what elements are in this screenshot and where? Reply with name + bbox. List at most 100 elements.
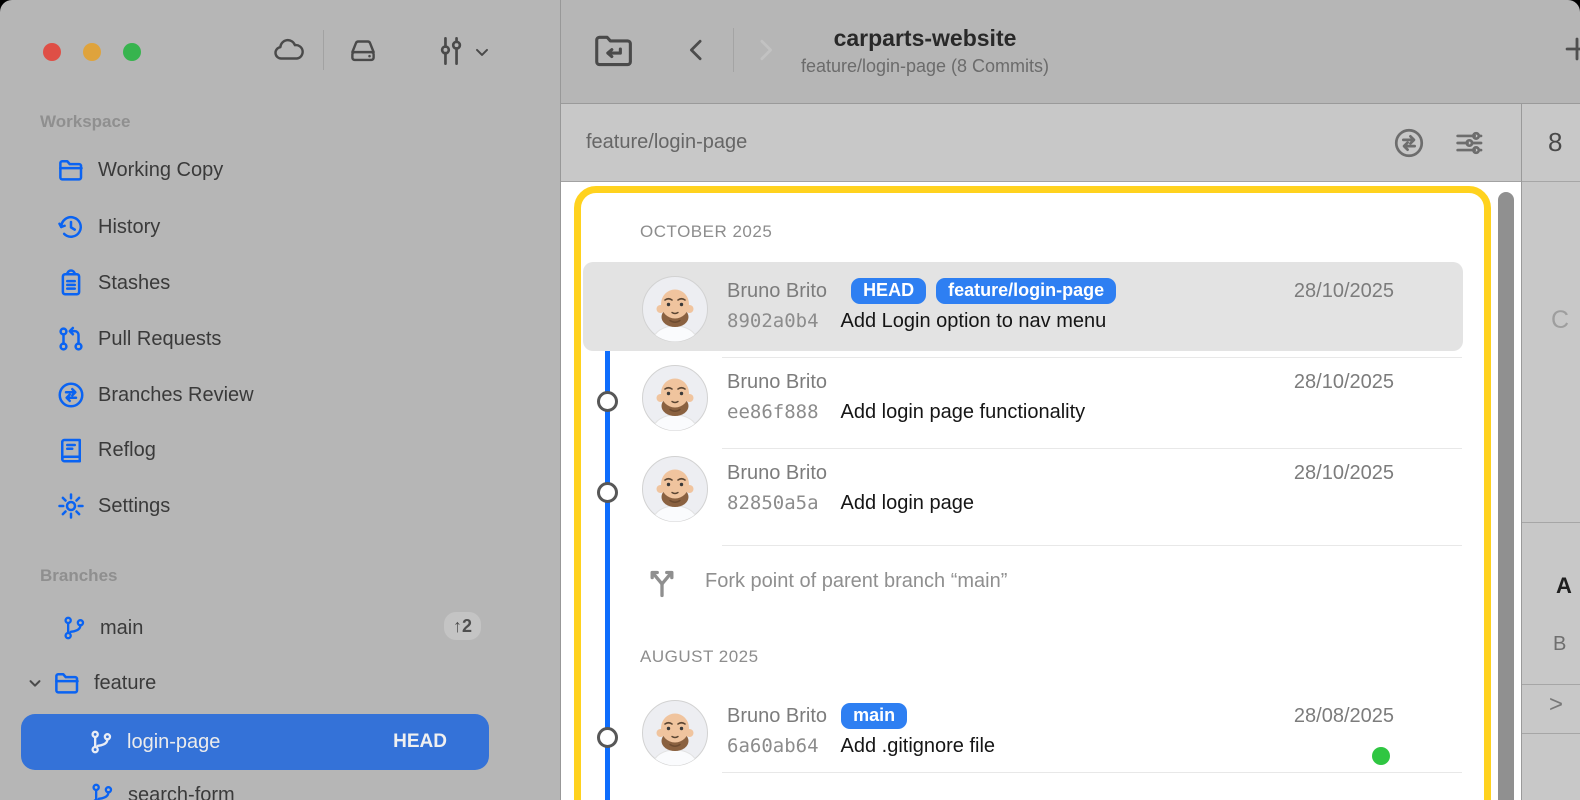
sidebar-item-label: Reflog bbox=[98, 439, 156, 462]
commit-date: 28/08/2025 bbox=[1294, 705, 1394, 728]
commit-row[interactable]: Bruno Brito HEAD feature/login-page 28/1… bbox=[727, 278, 1394, 304]
filter-sliders-icon[interactable] bbox=[1452, 126, 1486, 160]
compare-icon[interactable] bbox=[1392, 126, 1426, 160]
page-subtitle: feature/login-page (8 Commits) bbox=[660, 56, 1190, 77]
sidebar-item-label: Branches Review bbox=[98, 384, 254, 407]
detail-panel-count: 8 bbox=[1548, 127, 1562, 158]
gear-icon bbox=[56, 491, 86, 521]
fork-point-note: Fork point of parent branch “main” bbox=[705, 570, 1007, 593]
month-header: AUGUST 2025 bbox=[640, 647, 759, 667]
branch-label: main bbox=[100, 617, 143, 640]
commit-row[interactable]: Bruno Brito 28/10/2025 bbox=[727, 460, 1394, 486]
branch-badge[interactable]: main bbox=[841, 703, 907, 729]
detail-panel-fragment: C bbox=[1551, 306, 1569, 335]
sidebar-item-branch-main[interactable]: main bbox=[60, 607, 143, 649]
commit-hash: ee86f888 bbox=[727, 401, 819, 423]
sidebar-item-branches-review[interactable]: Branches Review bbox=[56, 374, 254, 416]
branch-icon bbox=[88, 781, 116, 800]
divider bbox=[1522, 181, 1580, 182]
sidebar-item-label: History bbox=[98, 216, 160, 239]
sidebar-item-label: Stashes bbox=[98, 272, 170, 295]
disclosure-chevron[interactable]: > bbox=[1549, 691, 1563, 719]
branch-bar-label: feature/login-page bbox=[586, 131, 747, 154]
avatar bbox=[642, 365, 708, 431]
drive-icon[interactable] bbox=[344, 33, 382, 67]
commit-details: 82850a5a Add login page bbox=[727, 492, 974, 518]
commit-hash: 82850a5a bbox=[727, 492, 819, 514]
sidebar-item-label: Working Copy bbox=[98, 159, 223, 182]
branch-label: login-page bbox=[127, 731, 220, 754]
commit-hash: 8902a0b4 bbox=[727, 310, 819, 332]
folder-icon bbox=[56, 155, 86, 185]
detail-panel-fragment: A bbox=[1556, 573, 1572, 599]
divider bbox=[722, 448, 1462, 449]
ahead-count-badge: ↑2 bbox=[444, 612, 481, 640]
avatar bbox=[642, 700, 708, 766]
branch-icon bbox=[60, 614, 88, 642]
folder-icon bbox=[52, 668, 82, 698]
sidebar-item-label: Settings bbox=[98, 495, 170, 518]
commit-author: Bruno Brito bbox=[727, 371, 827, 394]
commit-author: Bruno Brito bbox=[727, 705, 827, 728]
commit-details: 6a60ab64 Add .gitignore file bbox=[727, 735, 995, 761]
clipboard-icon bbox=[56, 268, 86, 298]
cloud-icon[interactable] bbox=[270, 33, 308, 67]
scrollbar-thumb[interactable] bbox=[1498, 192, 1514, 800]
commit-message: Add Login option to nav menu bbox=[841, 310, 1107, 333]
sidebar-item-branch-search-form[interactable]: search-form bbox=[88, 774, 235, 800]
sidebar-item-stashes[interactable]: Stashes bbox=[56, 262, 170, 304]
close-button[interactable] bbox=[43, 43, 61, 61]
sidebar-item-branch-login-page[interactable]: login-page HEAD bbox=[21, 714, 489, 770]
commit-hash: 6a60ab64 bbox=[727, 735, 819, 757]
open-repo-icon[interactable] bbox=[592, 30, 636, 70]
commit-author: Bruno Brito bbox=[727, 280, 827, 303]
head-badge[interactable]: HEAD bbox=[851, 278, 926, 304]
avatar bbox=[642, 276, 708, 342]
commit-node bbox=[597, 482, 618, 503]
add-icon[interactable] bbox=[1560, 32, 1580, 66]
branches-review-icon bbox=[56, 380, 86, 410]
sidebar-item-reflog[interactable]: Reflog bbox=[56, 429, 156, 471]
sidebar-item-working-copy[interactable]: Working Copy bbox=[56, 149, 223, 191]
commit-message: Add login page bbox=[841, 492, 974, 515]
sidebar-item-history[interactable]: History bbox=[56, 206, 160, 248]
pull-request-icon bbox=[56, 324, 86, 354]
build-status-dot[interactable] bbox=[1372, 747, 1390, 765]
app-window: Workspace Working Copy History Stashes P… bbox=[0, 0, 1580, 800]
sidebar-item-pull-requests[interactable]: Pull Requests bbox=[56, 318, 221, 360]
commit-message: Add .gitignore file bbox=[841, 735, 996, 758]
chevron-down-icon[interactable] bbox=[472, 42, 492, 62]
divider bbox=[722, 357, 1462, 358]
divider bbox=[1522, 522, 1580, 523]
sidebar-item-branch-folder-feature[interactable]: feature bbox=[52, 662, 156, 704]
divider bbox=[1522, 733, 1580, 734]
head-badge: HEAD bbox=[393, 731, 447, 753]
adjust-icon[interactable] bbox=[432, 32, 470, 70]
divider bbox=[722, 545, 1462, 546]
branch-icon bbox=[87, 728, 115, 756]
detail-panel-fragment: B bbox=[1553, 633, 1566, 656]
commit-row[interactable]: Bruno Brito main 28/08/2025 bbox=[727, 703, 1394, 729]
branch-badge[interactable]: feature/login-page bbox=[936, 278, 1116, 304]
commit-row-selection[interactable] bbox=[583, 262, 1463, 351]
sidebar-item-settings[interactable]: Settings bbox=[56, 485, 170, 527]
fork-icon bbox=[643, 563, 681, 601]
zoom-button[interactable] bbox=[123, 43, 141, 61]
commit-node bbox=[597, 391, 618, 412]
sidebar-section-branches: Branches bbox=[40, 566, 117, 586]
commit-row[interactable]: Bruno Brito 28/10/2025 bbox=[727, 369, 1394, 395]
commit-message: Add login page functionality bbox=[841, 401, 1086, 424]
month-header: OCTOBER 2025 bbox=[640, 222, 772, 242]
commit-date: 28/10/2025 bbox=[1294, 462, 1394, 485]
minimize-button[interactable] bbox=[83, 43, 101, 61]
commit-date: 28/10/2025 bbox=[1294, 371, 1394, 394]
commit-node bbox=[597, 727, 618, 748]
branch-folder-label: feature bbox=[94, 672, 156, 695]
book-icon bbox=[56, 435, 86, 465]
chevron-down-icon[interactable] bbox=[26, 674, 44, 692]
divider bbox=[722, 772, 1462, 773]
commit-date: 28/10/2025 bbox=[1294, 280, 1394, 303]
commit-details: ee86f888 Add login page functionality bbox=[727, 401, 1085, 427]
branch-label: search-form bbox=[128, 784, 235, 800]
avatar bbox=[642, 456, 708, 522]
